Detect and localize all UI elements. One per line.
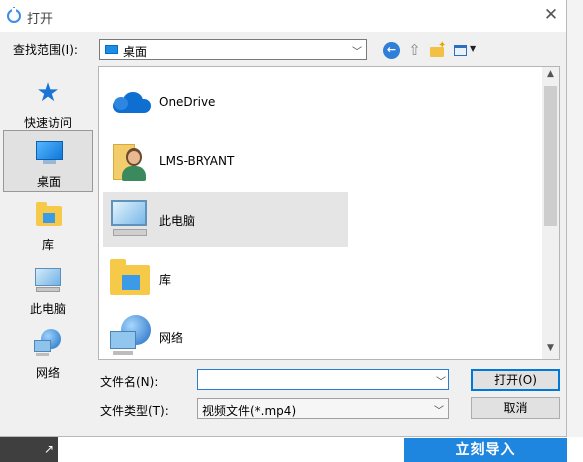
desktop-icon — [105, 45, 118, 54]
place-label: 此电脑 — [29, 302, 66, 316]
title-bar: 打开 ✕ — [0, 0, 566, 32]
place-library[interactable]: 库 — [3, 194, 93, 256]
file-item-library[interactable]: 库 — [103, 251, 348, 306]
back-button[interactable]: ← — [383, 42, 400, 59]
up-one-level-button[interactable]: ⇧ — [406, 42, 423, 59]
scroll-up-icon[interactable]: ▲ — [542, 69, 559, 83]
scroll-thumb[interactable] — [544, 86, 557, 226]
look-in-label: 查找范围(I): — [13, 43, 78, 57]
user-folder-icon — [109, 140, 153, 184]
view-menu-icon — [454, 45, 467, 56]
file-name: 库 — [159, 273, 172, 287]
file-item-user[interactable]: LMS-BRYANT — [103, 134, 348, 189]
star-icon: ★ — [36, 78, 60, 108]
cancel-button[interactable]: 取消 — [471, 397, 560, 419]
place-desktop[interactable]: 桌面 — [3, 130, 93, 192]
scroll-down-icon[interactable]: ▼ — [542, 343, 559, 357]
close-icon: ✕ — [543, 5, 559, 25]
onedrive-cloud-icon — [109, 81, 153, 125]
new-folder-button[interactable]: ✦ — [429, 40, 446, 59]
vertical-scrollbar[interactable]: ▲ ▼ — [542, 67, 559, 359]
file-name-label: 文件名(N): — [100, 375, 159, 389]
arrow-icon: ↗ — [44, 442, 55, 456]
place-label: 库 — [41, 238, 54, 252]
dropdown-arrow-icon: ▼ — [470, 44, 477, 53]
place-label: 桌面 — [36, 175, 61, 189]
open-button[interactable]: 打开(O) — [471, 369, 560, 391]
computer-icon — [109, 198, 153, 242]
file-item-onedrive[interactable]: OneDrive — [103, 75, 348, 130]
close-button[interactable]: ✕ — [536, 0, 566, 30]
place-this-pc[interactable]: 此电脑 — [3, 258, 93, 320]
library-icon — [33, 200, 63, 230]
open-file-dialog: 打开 ✕ 查找范围(I): 桌面 ﹀ ← ⇧ ✦ ▼ ★ 快速访问 桌面 库 此… — [0, 0, 567, 437]
file-item-this-pc[interactable]: 此电脑 — [103, 192, 348, 247]
file-name: LMS-BRYANT — [159, 154, 235, 168]
place-network[interactable]: 网络 — [3, 322, 93, 384]
computer-icon — [33, 264, 63, 294]
look-in-dropdown[interactable]: 桌面 ﹀ — [99, 39, 367, 60]
chevron-down-icon[interactable]: ﹀ — [436, 373, 446, 388]
file-list: OneDrive LMS-BRYANT 此电脑 库 网络 ▲ ▼ — [98, 66, 560, 360]
file-name: 网络 — [159, 331, 184, 345]
file-type-value: 视频文件(*.mp4) — [202, 404, 297, 418]
place-label: 快速访问 — [23, 116, 72, 130]
file-name: OneDrive — [159, 95, 216, 109]
places-bar: ★ 快速访问 桌面 库 此电脑 网络 — [0, 66, 94, 435]
library-icon — [109, 257, 153, 301]
file-type-label: 文件类型(T): — [100, 404, 169, 418]
network-icon — [33, 328, 63, 358]
desktop-icon — [34, 137, 64, 167]
file-name: 此电脑 — [159, 214, 196, 228]
dialog-title: 打开 — [27, 12, 54, 27]
import-now-button[interactable]: 立刻导入 — [404, 438, 567, 462]
view-menu-button[interactable]: ▼ — [453, 42, 481, 59]
chevron-down-icon: ﹀ — [352, 47, 362, 58]
file-item-network[interactable]: 网络 — [103, 309, 348, 359]
file-name-input[interactable] — [197, 369, 449, 390]
file-type-dropdown[interactable]: 视频文件(*.mp4) ﹀ — [197, 398, 449, 419]
app-refresh-icon — [7, 7, 21, 23]
back-arrow-icon: ← — [386, 43, 397, 56]
look-in-value: 桌面 — [123, 45, 148, 59]
up-folder-icon: ⇧ — [408, 41, 421, 59]
place-label: 网络 — [35, 366, 60, 380]
place-quick-access[interactable]: ★ 快速访问 — [3, 72, 93, 134]
network-icon — [109, 315, 153, 359]
background-left-button[interactable]: ↗ — [0, 437, 58, 462]
background-window-edge — [566, 0, 583, 462]
chevron-down-icon: ﹀ — [434, 406, 444, 417]
